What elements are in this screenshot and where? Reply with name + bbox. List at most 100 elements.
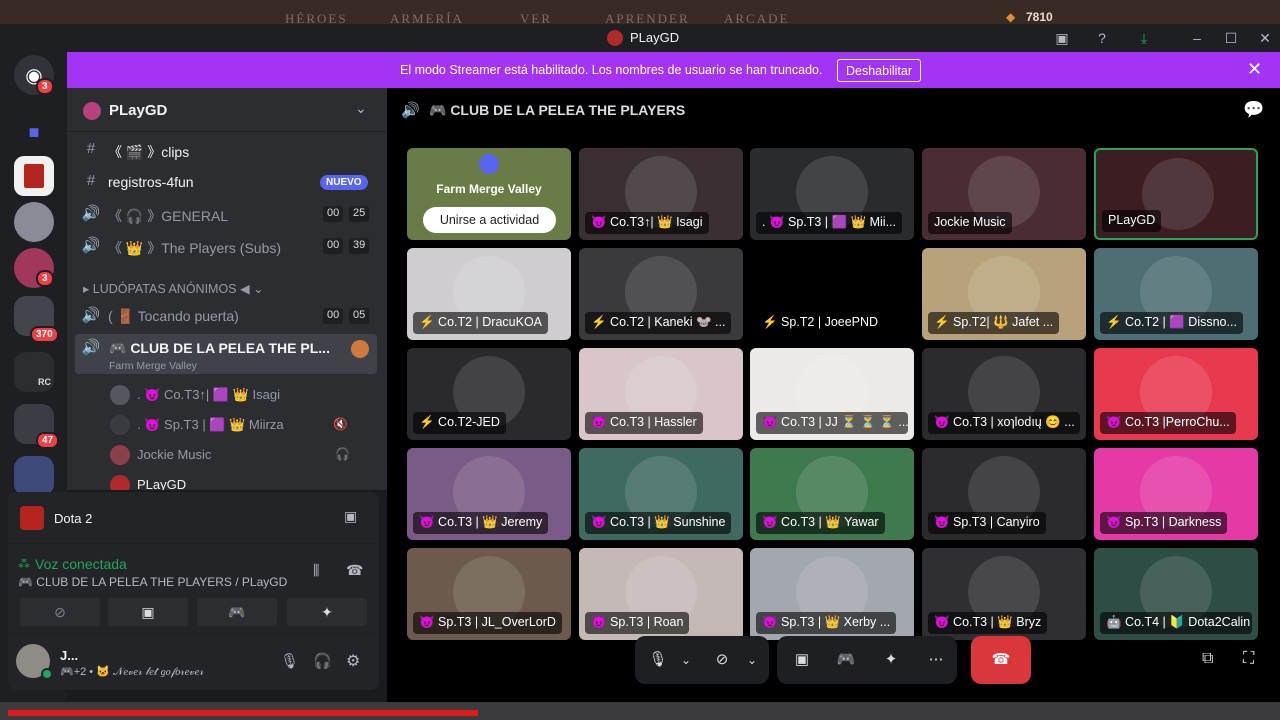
channel-tocando-puerta[interactable]: 🔊 ( 🚪 Tocando puerta) 00 05 [81, 302, 377, 330]
participant-tile[interactable]: . 😈 Sp.T3 | 🟪 👑 Mii... [750, 148, 914, 240]
camera-off-icon[interactable]: ⊘ [709, 648, 735, 672]
participant-tile[interactable]: 😈 Sp.T3 | Darkness [1094, 448, 1258, 540]
gamepad-icon[interactable]: 🎮 [833, 648, 859, 672]
maximize-icon[interactable]: ☐ [1222, 29, 1240, 47]
activities-button[interactable]: 🎮 [197, 598, 277, 626]
participant-tile[interactable]: 😈 Co.T3 | Hassler [579, 348, 743, 440]
user-count: 00 [323, 308, 344, 324]
voice-user-label: . 😈 Co.T3↑| 🟪 👑 Isagi [137, 387, 280, 402]
online-status-icon [41, 668, 53, 680]
server-folder-4[interactable] [14, 456, 54, 496]
game-tab-armory[interactable]: ARMERÍA [390, 11, 464, 24]
user-count: 00 [323, 238, 344, 254]
action-control-group: ▣ 🎮 ✦ ⋯ [777, 636, 957, 684]
fullscreen-icon[interactable]: ⛶ [1243, 650, 1254, 668]
game-tab-arcade[interactable]: ARCADE [724, 11, 789, 24]
voice-user-jockie[interactable]: Jockie Music 🎧 [107, 442, 377, 468]
camera-options-chevron-icon[interactable]: ⌄ [739, 648, 765, 672]
server-header[interactable]: PLayGD ⌄ [67, 88, 387, 132]
channel-label: 🎮 CLUB DE LA PELEA THE PL... [109, 340, 330, 356]
popout-icon[interactable]: ⧉ [1202, 650, 1213, 668]
participant-tile[interactable]: 😈 Co.T3 | JJ ⏳ ⏳ ⏳ ... [750, 348, 914, 440]
channel-label: 《 🎬 》clips [108, 144, 190, 160]
camera-button[interactable]: ⊘ [20, 598, 100, 626]
participant-tile[interactable]: 😈 Co.T3 | 👑 Sunshine [579, 448, 743, 540]
chat-bubble-icon[interactable]: 💬 [1243, 100, 1264, 120]
channel-the-players[interactable]: 🔊 《 👑 》The Players (Subs) 00 39 [81, 232, 377, 260]
disable-streamer-mode-button[interactable]: Deshabilitar [837, 59, 922, 82]
microphone-icon[interactable]: 🎙 [645, 648, 671, 672]
mic-options-chevron-icon[interactable]: ⌄ [673, 648, 699, 672]
join-activity-button[interactable]: Unirse a actividad [423, 207, 556, 233]
screen-share-button[interactable]: ▣ [108, 598, 188, 626]
headphones-icon[interactable]: 🎧 [313, 652, 332, 670]
voice-channel-path[interactable]: 🎮 CLUB DE LA PELEA THE PLAYERS / PLayGD [18, 575, 287, 589]
server-deafened-icon: 🎧 [335, 447, 350, 461]
screen-share-icon[interactable]: ▣ [1053, 29, 1071, 47]
server-dota2[interactable] [14, 156, 54, 196]
game-tab-watch[interactable]: VER [520, 11, 552, 24]
participant-tile[interactable]: 😈 Co.T3 | 👑 Bryz [922, 548, 1086, 640]
folder-icon[interactable]: ■ [14, 112, 54, 152]
participant-tile[interactable]: 😈 Co.T3 | 👑 Yawar [750, 448, 914, 540]
noise-suppression-icon[interactable]: ⫼ [313, 562, 319, 579]
leave-call-button[interactable]: ☎ [971, 636, 1031, 684]
participant-tile[interactable]: 😈 Sp.T3 | 👑 Xerby ... [750, 548, 914, 640]
close-banner-icon[interactable]: ✕ [1247, 59, 1262, 80]
participant-tile[interactable]: 😈 Co.T3 |PerroChu... [1094, 348, 1258, 440]
streamer-mode-banner: El modo Streamer está habilitado. Los no… [67, 52, 1280, 88]
channel-general[interactable]: 🔊 《 🎧 》GENERAL 00 25 [81, 200, 377, 228]
more-options-icon[interactable]: ⋯ [923, 648, 949, 672]
game-tab-learn[interactable]: APRENDER [605, 11, 690, 24]
channel-registros[interactable]: # registros-4fun NUEVO [81, 168, 377, 196]
microphone-icon[interactable]: 🎙 [280, 652, 299, 670]
screen-share-icon[interactable]: ▣ [789, 648, 815, 672]
close-window-icon[interactable]: ✕ [1256, 29, 1274, 47]
channel-label: 《 👑 》The Players (Subs) [108, 240, 282, 256]
participant-tile[interactable]: ⚡ Co.T2-JED [407, 348, 571, 440]
streamer-mode-message: El modo Streamer está habilitado. Los no… [400, 63, 823, 77]
user-limit: 39 [349, 238, 370, 254]
channel-clips[interactable]: # 《 🎬 》clips [81, 136, 377, 164]
minimize-icon[interactable]: – [1188, 29, 1206, 47]
participant-tile[interactable]: 😈 Co.T3↑| 👑 Isagi [579, 148, 743, 240]
participant-tile[interactable]: 😈 Sp.T3 | JL_OverLorD [407, 548, 571, 640]
category-header[interactable]: ▸ LUDÓPATAS ANÓNIMOS ◀ ⌄ [83, 281, 264, 296]
server-avatar-1[interactable] [14, 202, 54, 242]
chevron-down-icon[interactable]: ⌄ [355, 100, 367, 117]
participant-tile[interactable]: 😈 Co.T3 | 👑 Jeremy [407, 448, 571, 540]
disconnect-icon[interactable]: ☎ [346, 562, 363, 579]
soundboard-button[interactable]: ✦ [287, 598, 367, 626]
speaker-icon: 🔊 [81, 307, 101, 324]
participant-tile[interactable]: 😈 Co.T3 | xoɿlodıų 😊 ... [922, 348, 1086, 440]
avatar [110, 415, 130, 435]
game-tab-heroes[interactable]: HÉROES [285, 11, 348, 24]
voice-connected-label[interactable]: Voz conectada [35, 556, 127, 572]
voice-user-isagi[interactable]: . 😈 Co.T3↑| 🟪 👑 Isagi [107, 382, 377, 408]
settings-gear-icon[interactable]: ⚙ [346, 651, 360, 671]
participant-tile[interactable]: ⚡ Co.T2 | DracuKOA [407, 248, 571, 340]
participant-tile[interactable]: PLayGD [1094, 148, 1258, 240]
channel-club-de-la-pelea[interactable]: 🔊 🎮 CLUB DE LA PELEA THE PL... Farm Merg… [75, 334, 377, 374]
stream-game-icon[interactable]: ▣ [344, 508, 357, 525]
help-icon[interactable]: ? [1093, 29, 1111, 47]
download-icon[interactable]: ⤓ [1135, 29, 1153, 47]
participant-name: 😈 Co.T3 | 👑 Bryz [928, 612, 1048, 634]
participant-tile[interactable]: 😈 Sp.T3 | Canyiro [922, 448, 1086, 540]
participant-tile[interactable]: 🤖 Co.T4 | 🔰 Dota2Calin [1094, 548, 1258, 640]
speaker-icon: 🔊 [81, 205, 101, 222]
participant-tile[interactable]: ⚡ Co.T2 | Kaneki 🐭 ... [579, 248, 743, 340]
participant-name: PLayGD [1102, 210, 1162, 232]
participant-tile[interactable]: 😈 Sp.T3 | Roan [579, 548, 743, 640]
game-top-bar: HÉROES ARMERÍA VER APRENDER ARCADE ◆ 781… [0, 0, 1280, 24]
participant-tile[interactable]: Jockie Music [922, 148, 1086, 240]
voice-user-label: Jockie Music [137, 447, 212, 462]
voice-user-playgd[interactable]: PLayGD [107, 472, 377, 490]
participant-tile[interactable]: ⚡ Co.T2 | 🟪 Dissno... [1094, 248, 1258, 340]
user-panel: J... 🎮+2 • 🐱 𝒩𝑒𝓋𝑒𝓇 𝓁𝑒𝓉 𝑔𝑜𝒻𝑜𝓇𝑒𝓋𝑒𝓇 🎙 🎧 ⚙ [8, 634, 379, 690]
activity-tile[interactable]: Farm Merge Valley Unirse a actividad [407, 148, 571, 240]
participant-tile[interactable]: ⚡ Sp.T2 | JoeePND [750, 248, 914, 340]
soundboard-icon[interactable]: ✦ [878, 648, 904, 672]
voice-user-miirza[interactable]: . 😈 Sp.T3 | 🟪 👑 Miirza 🔇 [107, 412, 377, 438]
participant-tile[interactable]: ⚡ Sp.T2| 🔱 Jafet ... [922, 248, 1086, 340]
